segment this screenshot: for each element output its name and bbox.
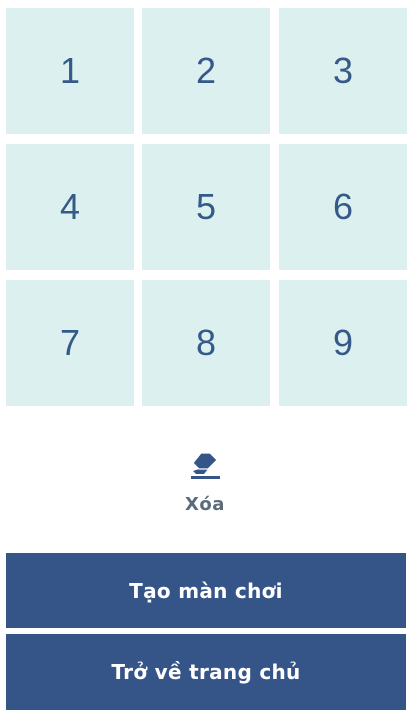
- create-game-button[interactable]: Tạo màn chơi: [6, 553, 406, 628]
- eraser-icon: [191, 452, 220, 479]
- key-3[interactable]: 3: [279, 8, 407, 134]
- key-7[interactable]: 7: [6, 280, 134, 406]
- key-8[interactable]: 8: [142, 280, 270, 406]
- back-home-button[interactable]: Trở về trang chủ: [6, 634, 406, 710]
- erase-button[interactable]: Xóa: [165, 450, 245, 522]
- erase-label: Xóa: [185, 494, 225, 515]
- key-5[interactable]: 5: [142, 144, 270, 270]
- key-1[interactable]: 1: [6, 8, 134, 134]
- key-2[interactable]: 2: [142, 8, 270, 134]
- key-4[interactable]: 4: [6, 144, 134, 270]
- key-9[interactable]: 9: [279, 280, 407, 406]
- number-keypad: 1 2 3 4 5 6 7 8 9: [6, 8, 407, 408]
- key-6[interactable]: 6: [279, 144, 407, 270]
